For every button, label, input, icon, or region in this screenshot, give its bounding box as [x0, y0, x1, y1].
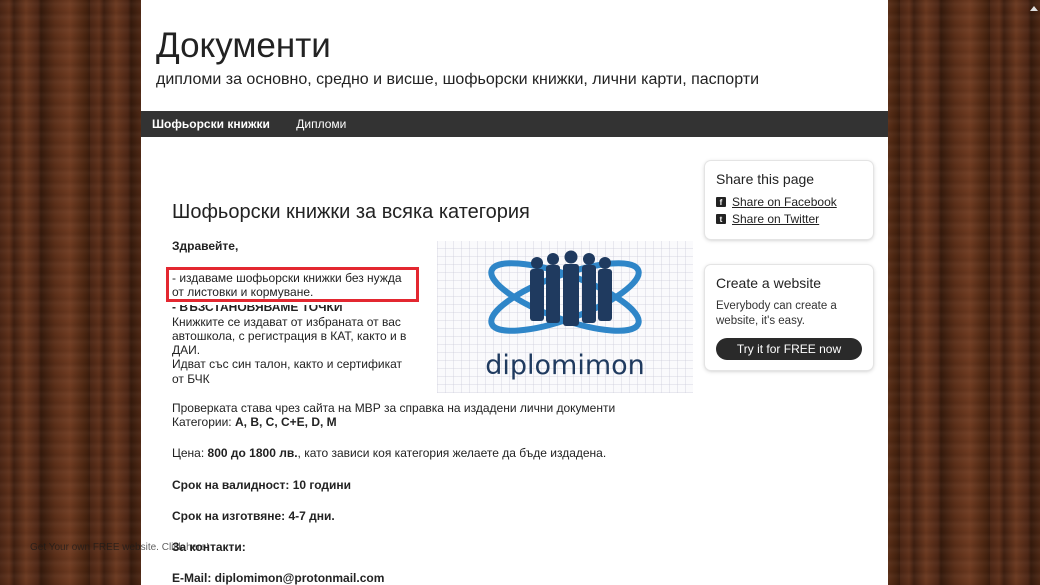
scroll-up-arrow-icon[interactable]: [1030, 6, 1038, 11]
offer-line-6: ДАИ.: [172, 343, 201, 357]
scrollbar[interactable]: [1028, 0, 1040, 585]
price-label: Цена:: [172, 446, 208, 460]
article: Шофьорски книжки за всяка категория: [172, 198, 692, 226]
greeting-text: Здравейте,: [172, 239, 239, 253]
price-value: 800 до 1800 лв.: [207, 446, 298, 460]
offer-line-4: Книжките се издават от избраната от вас: [172, 315, 401, 329]
logo-brand-text: diplomimon: [485, 350, 645, 381]
categories-text: Категории: A, B, C, C+E, D, M: [172, 415, 337, 429]
offer-line-7: Идват със син талон, както и сертификат: [172, 357, 403, 371]
share-facebook-link[interactable]: f Share on Facebook: [716, 195, 862, 209]
offer-line-3: - ВЪЗСТАНОВЯВАМЕ ТОЧКИ: [172, 300, 343, 314]
article-layer: Шофьорски книжки за всяка категория Здра…: [141, 0, 888, 585]
price-text: Цена: 800 до 1800 лв., като зависи коя к…: [172, 446, 606, 460]
create-widget-title: Create a website: [716, 275, 822, 291]
price-rest: , като зависи коя категория желаете да б…: [297, 446, 607, 460]
highlight-box: [166, 267, 419, 302]
article-heading: Шофьорски книжки за всяка категория: [172, 201, 530, 223]
production-text: Срок на изготвяне: 4-7 дни.: [172, 509, 335, 523]
create-website-widget: Create a website Everybody can create a …: [705, 265, 873, 370]
share-twitter-link[interactable]: t Share on Twitter: [716, 212, 862, 226]
share-widget-title: Share this page: [716, 171, 815, 187]
email-text[interactable]: E-Mail: diplomimon@protonmail.com: [172, 571, 384, 585]
validity-text: Срок на валидност: 10 години: [172, 478, 352, 492]
share-facebook-label: Share on Facebook: [732, 195, 837, 209]
share-widget: Share this page f Share on Facebook t Sh…: [705, 161, 873, 239]
check-text: Проверката става чрез сайта на МВР за сп…: [172, 401, 616, 415]
twitter-icon: t: [716, 214, 726, 224]
offer-line-8: от БЧК: [172, 372, 210, 386]
diplomimon-logo-image: diplomimon: [437, 241, 693, 393]
categories-label: Категории:: [172, 415, 235, 429]
logo-graphic: diplomimon: [485, 250, 645, 381]
facebook-icon: f: [716, 197, 726, 207]
share-twitter-label: Share on Twitter: [732, 212, 820, 226]
categories-value: A, B, C, C+E, D, M: [234, 415, 337, 429]
try-free-button[interactable]: Try it for FREE now: [716, 338, 862, 360]
offer-line-5: автошкола, с регистрация в КАТ, както и …: [172, 329, 407, 343]
create-widget-text: Everybody can create a website, it's eas…: [716, 300, 837, 327]
footer-promo-link[interactable]: Get Your own FREE website. Click here!: [30, 542, 209, 553]
